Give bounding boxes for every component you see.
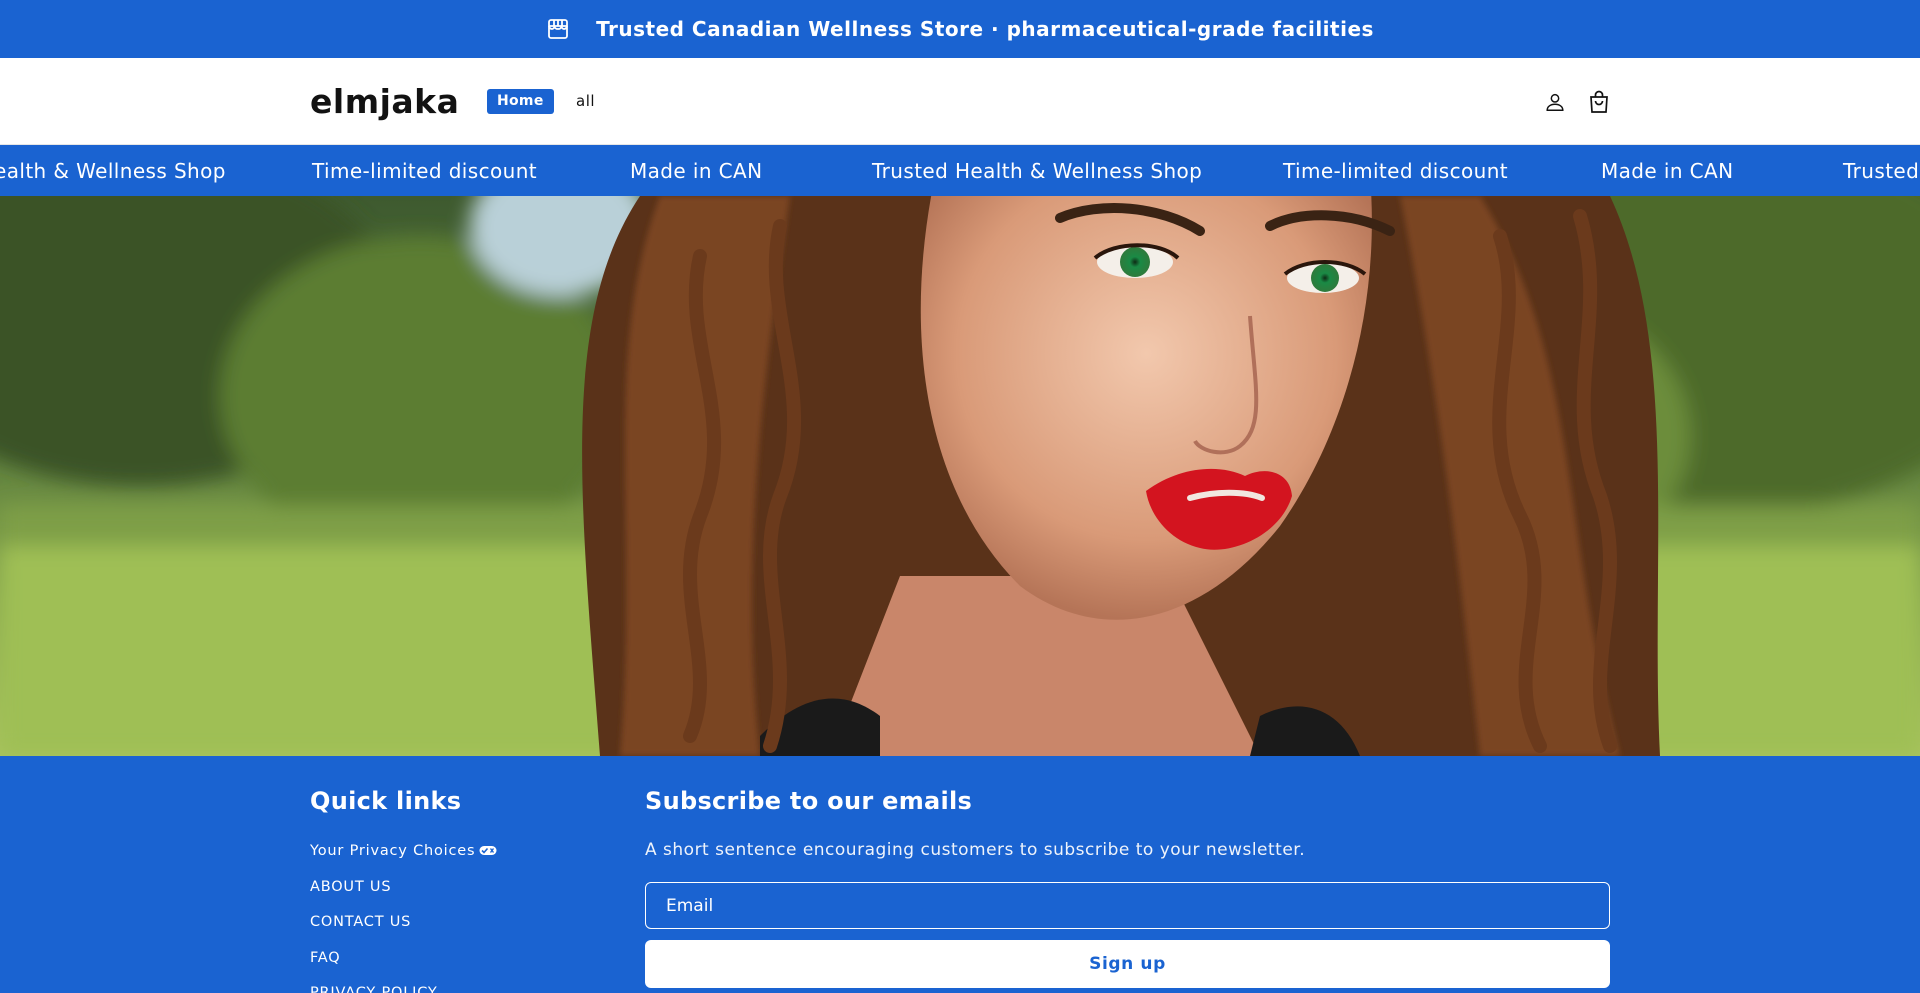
- newsletter-text: A short sentence encouraging customers t…: [645, 840, 1306, 860]
- quick-links-list: Your Privacy Choices ABOUT US CONTACT US…: [310, 843, 497, 993]
- footer-link-faq[interactable]: FAQ: [310, 950, 497, 986]
- marquee-item: Time-limited discount: [312, 159, 538, 183]
- marquee-item: ealth & Wellness Shop: [0, 159, 226, 183]
- site-logo[interactable]: elmjaka: [310, 82, 459, 121]
- footer-link-label: Your Privacy Choices: [310, 843, 476, 859]
- nav-all-link[interactable]: all: [576, 92, 595, 110]
- marquee-item: Made in CAN: [630, 159, 763, 183]
- footer-link-privacy-policy[interactable]: PRIVACY POLICY: [310, 985, 497, 993]
- site-footer: Quick links Your Privacy Choices ABOUT U…: [0, 756, 1920, 993]
- footer-link-contact-us[interactable]: CONTACT US: [310, 914, 497, 950]
- account-icon: [1546, 93, 1564, 111]
- marquee-item: Time-limited discount: [1283, 159, 1509, 183]
- footer-link-privacy-choices[interactable]: Your Privacy Choices: [310, 843, 497, 879]
- sign-up-button[interactable]: Sign up: [645, 940, 1610, 988]
- announcement-text: Trusted Canadian Wellness Store · pharma…: [596, 17, 1374, 41]
- email-field[interactable]: [645, 882, 1610, 929]
- announcement-bar: Trusted Canadian Wellness Store · pharma…: [0, 0, 1920, 58]
- hero-portrait: [0, 196, 1920, 756]
- hero-image: [0, 196, 1920, 756]
- privacy-choices-icon: [479, 846, 497, 855]
- cart-icon: [1590, 90, 1608, 113]
- account-button[interactable]: [1541, 88, 1569, 116]
- marquee-item: Made in CAN: [1601, 159, 1734, 183]
- nav-home-link[interactable]: Home: [487, 89, 554, 114]
- marquee-item: Trusted: [1843, 159, 1920, 183]
- site-header: elmjaka Home all: [0, 58, 1920, 145]
- quick-links-heading: Quick links: [310, 787, 462, 815]
- newsletter-heading: Subscribe to our emails: [645, 787, 973, 815]
- footer-link-about-us[interactable]: ABOUT US: [310, 879, 497, 915]
- cart-button[interactable]: [1585, 88, 1613, 116]
- marquee-banner: ealth & Wellness Shop Time-limited disco…: [0, 145, 1920, 196]
- marquee-item: Trusted Health & Wellness Shop: [872, 159, 1203, 183]
- store-icon: [548, 19, 568, 39]
